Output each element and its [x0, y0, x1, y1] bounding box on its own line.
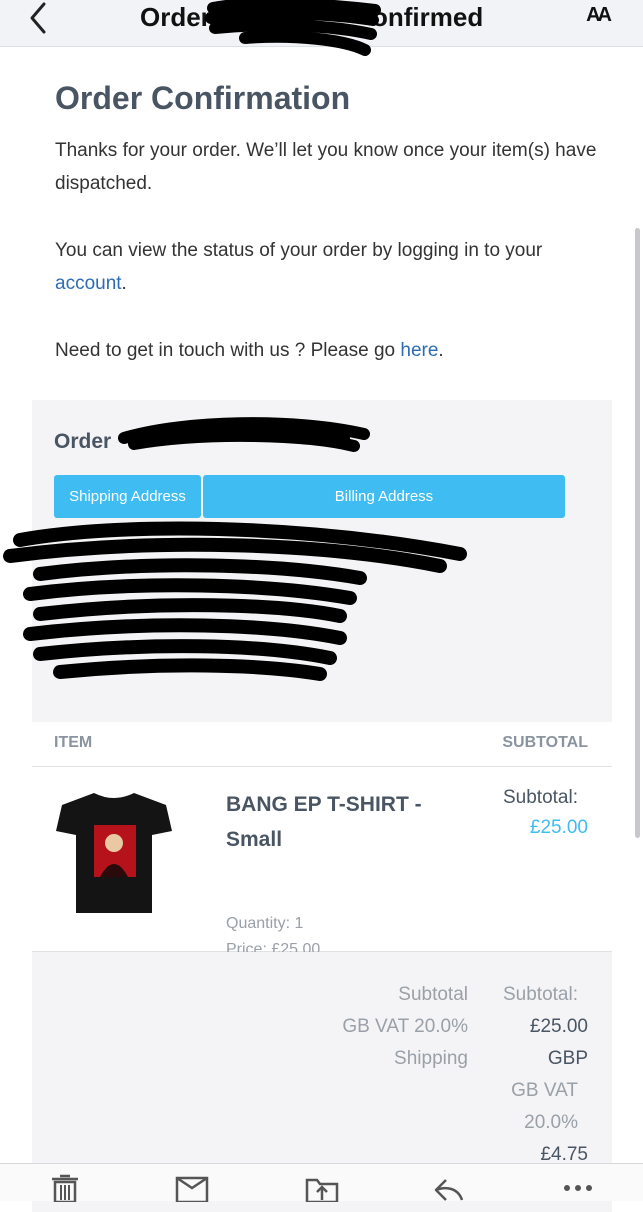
tab-shipping-address[interactable]: Shipping Address	[54, 475, 201, 518]
status-text-suffix: .	[121, 273, 127, 294]
folder-move-icon	[305, 1178, 339, 1204]
address-redaction	[3, 521, 467, 681]
totals-value-vat-label: GB VAT	[511, 1080, 578, 1101]
product-name: BANG EP T-SHIRT - Small	[226, 793, 422, 851]
totals-value-subtotal-label: Subtotal:	[503, 984, 578, 1005]
archive-icon	[175, 1176, 209, 1204]
contact-text: Need to get in touch with us ? Please go…	[55, 334, 600, 367]
item-column-header: ITEM	[54, 734, 93, 751]
tab-billing-address[interactable]: Billing Address	[203, 475, 565, 518]
status-text-prefix: You can view the status of your order by…	[55, 240, 543, 261]
totals-value-subtotal: £25.00	[529, 1016, 588, 1037]
totals-label-shipping: Shipping	[394, 1048, 468, 1069]
totals-value-vat-rate: 20.0%	[524, 1112, 578, 1133]
archive-button[interactable]	[175, 1174, 209, 1204]
order-number-redaction	[118, 417, 370, 452]
more-button[interactable]	[561, 1174, 595, 1202]
trash-icon	[52, 1174, 78, 1204]
items-table-header: ITEM SUBTOTAL	[32, 722, 612, 767]
row-subtotal-label: Subtotal:	[503, 787, 578, 808]
totals-value-currency: GBP	[547, 1048, 588, 1069]
status-text: You can view the status of your order by…	[55, 234, 600, 300]
back-button[interactable]	[22, 0, 56, 40]
here-link[interactable]: here	[400, 340, 438, 361]
reply-button[interactable]	[432, 1174, 466, 1202]
subject-end: onfirmed	[372, 2, 484, 32]
product-image	[56, 793, 172, 913]
move-to-folder-button[interactable]	[305, 1174, 339, 1204]
more-icon	[564, 1185, 592, 1191]
text-size-button[interactable]: AA	[586, 0, 612, 28]
subtotal-column-header: SUBTOTAL	[502, 734, 588, 751]
reply-icon	[434, 1179, 464, 1201]
totals-label-vat: GB VAT 20.0%	[342, 1016, 468, 1037]
subject-start: Order	[140, 2, 211, 32]
scrollbar[interactable]	[635, 228, 640, 838]
chevron-left-icon	[30, 2, 46, 34]
order-number-label: Order	[54, 430, 112, 453]
bottom-toolbar	[0, 1163, 643, 1204]
row-subtotal-value: £25.00	[529, 817, 588, 838]
product-quantity: Quantity: 1	[226, 915, 304, 932]
top-bar: Order onfirmed AA	[0, 0, 643, 56]
thanks-text: Thanks for your order. We’ll let you kno…	[55, 140, 597, 194]
delete-button[interactable]	[48, 1174, 82, 1204]
account-link[interactable]: account	[55, 273, 122, 294]
contact-text-prefix: Need to get in touch with us ? Please go	[55, 340, 396, 361]
text-size-label: AA	[586, 4, 612, 26]
redaction-scribble	[205, 0, 381, 56]
contact-text-suffix: .	[438, 340, 444, 361]
table-row: BANG EP T-SHIRT - Small Quantity: 1 Pric…	[32, 767, 612, 958]
totals-label-subtotal: Subtotal	[398, 984, 468, 1005]
page-title: Order Confirmation	[55, 80, 351, 116]
